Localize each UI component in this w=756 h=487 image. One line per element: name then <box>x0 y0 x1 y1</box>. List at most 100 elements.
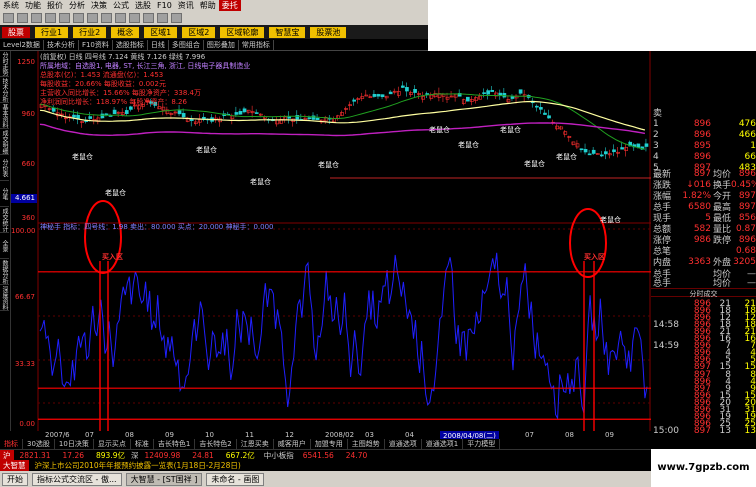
menu-item-trade[interactable]: 委托 <box>218 0 241 11</box>
menu-item-news[interactable]: 资讯 <box>175 0 197 11</box>
next-icon[interactable] <box>129 13 140 23</box>
tab-concept[interactable]: 概念 <box>111 26 140 38</box>
daily-button[interactable]: 日线 <box>148 39 169 50</box>
search-icon[interactable] <box>157 13 168 23</box>
left-nav-item[interactable]: 成交明细 <box>0 129 9 155</box>
menu-item-decision[interactable]: 决策 <box>88 0 110 11</box>
menu-item-system[interactable]: 系统 <box>0 0 22 11</box>
sz-change: 24.81 <box>192 450 214 460</box>
indicator-tab[interactable]: 标准 <box>131 439 154 449</box>
candle-body <box>198 119 202 123</box>
candle-body <box>396 91 401 96</box>
candle-body <box>421 96 426 100</box>
indicator-tab[interactable]: 吉长特色1 <box>154 439 196 449</box>
news-headline[interactable]: 沪深上市公司2010年年报预约披露一览表(1月18日-2月28日) <box>35 460 241 471</box>
taskbar-item-dazhihui[interactable]: 大智慧 - [ST国祥 ] <box>125 472 203 486</box>
indicator-tab[interactable]: 威客用户 <box>274 439 311 449</box>
menu-item-quote[interactable]: 报价 <box>44 0 66 11</box>
menu-item-help[interactable]: 帮助 <box>197 0 219 11</box>
grid-icon[interactable] <box>59 13 70 23</box>
indicator-tab[interactable]: 显示买点 <box>94 439 131 449</box>
indicator-tab[interactable]: 江恩买卖 <box>237 439 274 449</box>
tab-stock-pool[interactable]: 股票池 <box>310 26 347 38</box>
left-nav-item[interactable]: 分时走势 <box>0 51 9 77</box>
menu-item-f10[interactable]: F10 <box>154 1 175 10</box>
stock-indicator-button[interactable]: 选股指标 <box>113 39 148 50</box>
indicator-tab[interactable]: 道通选项 <box>385 439 422 449</box>
mouse-position-label: 老鼠仓 <box>556 153 577 161</box>
quote-cell: 1 <box>653 118 659 129</box>
candle-body <box>587 153 592 156</box>
quote-cell: 6580 <box>688 201 711 212</box>
indicator-tab[interactable]: 主图趋势 <box>348 439 385 449</box>
x-axis-label: 04 <box>405 431 414 439</box>
taskbar-item-paint[interactable]: 未命名 - 画图 <box>206 472 265 486</box>
tab-stocks[interactable]: 股票 <box>2 26 30 38</box>
zoom-in-icon[interactable] <box>87 13 98 23</box>
tab-smart-treasure[interactable]: 智慧宝 <box>269 26 306 38</box>
candle-body <box>417 93 421 95</box>
indicator-tab[interactable]: 30选股 <box>23 439 55 449</box>
candle-body <box>449 95 454 98</box>
left-nav-item[interactable]: 数据分析 <box>0 259 9 285</box>
f10-button[interactable]: F10资料 <box>79 39 113 50</box>
left-nav-item[interactable]: 成交统计 <box>0 207 9 233</box>
level2-button[interactable]: Level2数据 <box>0 39 44 50</box>
period-icon[interactable] <box>143 13 154 23</box>
tab-region-2[interactable]: 区域2 <box>182 26 216 38</box>
menu-item-analysis[interactable]: 分析 <box>66 0 88 11</box>
zoom-out-icon[interactable] <box>101 13 112 23</box>
mouse-position-label: 老鼠仓 <box>250 178 271 186</box>
common-indicator-button[interactable]: 常用指标 <box>239 39 274 50</box>
open-icon[interactable] <box>3 13 14 23</box>
menu-item-function[interactable]: 功能 <box>22 0 44 11</box>
candle-body <box>470 99 474 102</box>
indicator-tab[interactable]: 平力模型 <box>463 439 501 449</box>
indicator-tab[interactable]: 加盟专用 <box>311 439 348 449</box>
indicator-tab[interactable]: 指标 <box>0 439 23 449</box>
blank-area <box>428 0 756 51</box>
candle-body <box>173 111 178 114</box>
left-nav-item[interactable]: 全景 <box>0 233 9 259</box>
left-nav-item[interactable]: 基本资料 <box>0 103 9 129</box>
tab-region-1[interactable]: 区域1 <box>144 26 178 38</box>
quote-cell: 896 <box>693 151 711 162</box>
tab-region-outline[interactable]: 区域轮廓 <box>220 26 265 38</box>
indicator-tab[interactable]: 吉长特色2 <box>195 439 237 449</box>
candle-body <box>624 147 629 151</box>
save-icon[interactable] <box>17 13 28 23</box>
mouse-position-label: 老鼠仓 <box>105 189 126 197</box>
start-button[interactable]: 开始 <box>2 472 28 486</box>
refresh-icon[interactable] <box>171 13 182 23</box>
candle-body <box>177 110 182 115</box>
menu-item-stock-pick[interactable]: 选股 <box>132 0 154 11</box>
news-ticker[interactable]: 大智慧 沪深上市公司2010年年报预约披露一览表(1月18日-2月28日) <box>0 460 651 471</box>
multi-chart-button[interactable]: 多图组合 <box>169 39 204 50</box>
menu-item-formula[interactable]: 公式 <box>110 0 132 11</box>
x-axis-label: 07 <box>85 431 94 439</box>
mouse-position-label: 老鼠仓 <box>429 126 450 134</box>
tab-industry-2[interactable]: 行业2 <box>73 26 107 38</box>
rsi-icon[interactable] <box>45 13 56 23</box>
overlay-button[interactable]: 图形叠加 <box>204 39 239 50</box>
left-nav-item[interactable]: 深度资料 <box>0 285 9 311</box>
tech-analysis-button[interactable]: 技术分析 <box>44 39 79 50</box>
cross-icon[interactable] <box>73 13 84 23</box>
x-axis-label: 12 <box>285 431 294 439</box>
candle-body <box>275 119 279 125</box>
taskbar-item-forum[interactable]: 指标公式交流区 - 傲... <box>32 472 122 486</box>
left-nav-item[interactable]: 分价表 <box>0 155 9 181</box>
left-nav-item[interactable]: 分笔 <box>0 181 9 207</box>
indicator-tab[interactable]: 道通选项1 <box>422 439 464 449</box>
taskbar: 开始 指标公式交流区 - 傲... 大智慧 - [ST国祥 ] 未命名 - 画图 <box>0 471 651 487</box>
candle-body <box>579 148 584 151</box>
indicator-tab[interactable]: 10日决策 <box>55 439 94 449</box>
candle-body <box>535 105 539 108</box>
prev-icon[interactable] <box>115 13 126 23</box>
chart-canvas[interactable] <box>0 51 651 431</box>
candle-body <box>498 92 503 96</box>
left-nav-item[interactable]: 技术分析 <box>0 77 9 103</box>
tab-industry-1[interactable]: 行业1 <box>35 26 69 38</box>
kline-icon[interactable] <box>31 13 42 23</box>
osc-axis-label: 33.33 <box>14 360 35 368</box>
